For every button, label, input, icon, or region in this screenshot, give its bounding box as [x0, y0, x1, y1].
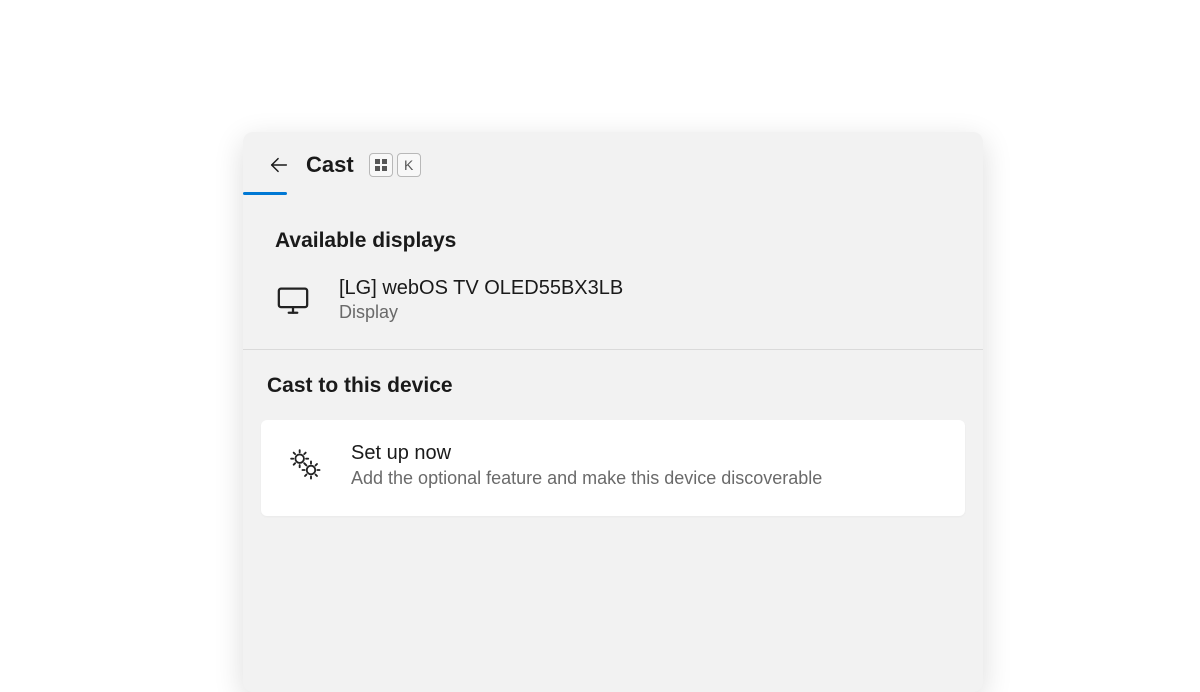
- back-arrow-icon[interactable]: [267, 153, 291, 177]
- setup-description: Add the optional feature and make this d…: [351, 466, 822, 490]
- shortcut-keys: K: [369, 153, 421, 177]
- device-name: [LG] webOS TV OLED55BX3LB: [339, 277, 623, 300]
- device-text: [LG] webOS TV OLED55BX3LB Display: [339, 277, 623, 323]
- cast-panel: Cast K Available displays: [243, 132, 983, 692]
- panel-header: Cast K: [243, 132, 983, 192]
- device-type: Display: [339, 302, 623, 323]
- setup-now-card[interactable]: Set up now Add the optional feature and …: [261, 420, 965, 516]
- available-display-item[interactable]: [LG] webOS TV OLED55BX3LB Display: [243, 271, 983, 349]
- setup-title: Set up now: [351, 442, 822, 465]
- available-displays-heading: Available displays: [243, 195, 983, 271]
- progress-indicator: [243, 192, 287, 195]
- progress-bar: [243, 192, 983, 195]
- cast-to-device-heading: Cast to this device: [243, 350, 983, 420]
- monitor-icon: [275, 282, 311, 318]
- gears-icon: [287, 446, 323, 482]
- windows-key-icon: [369, 153, 393, 177]
- setup-text: Set up now Add the optional feature and …: [351, 442, 822, 490]
- k-key-badge: K: [397, 153, 421, 177]
- panel-title: Cast: [306, 152, 354, 178]
